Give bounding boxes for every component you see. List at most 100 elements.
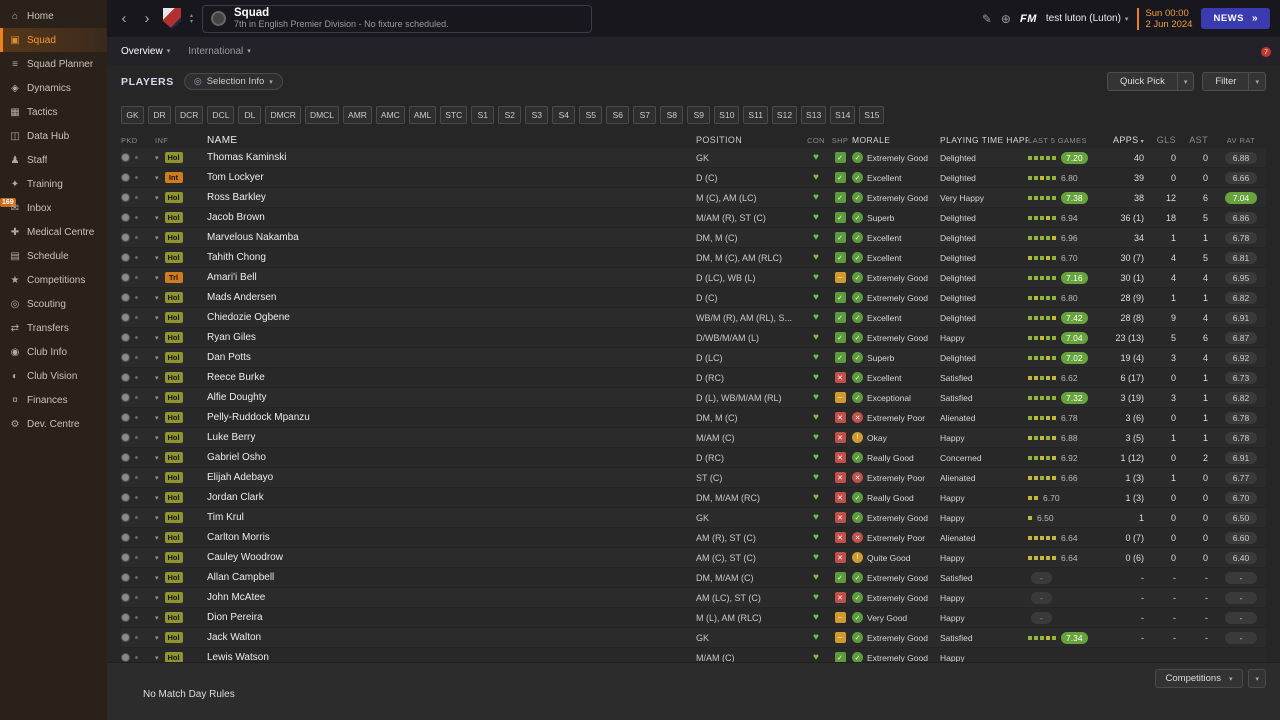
row-expand-chevron-icon[interactable]: ▾ [155,234,159,242]
table-row[interactable]: ▾ Hol Allan Campbell DM, M/AM (C) ♥ ✓ ✓ … [121,568,1266,588]
row-expand-chevron-icon[interactable]: ▾ [155,494,159,502]
row-pick-checkbox[interactable] [121,593,130,602]
sidebar-item-competitions[interactable]: ★ Competitions [0,268,107,292]
table-row[interactable]: ▾ Hol Dan Potts D (LC) ♥ ✓ ✓ Superb Deli… [121,348,1266,368]
position-filter-s14[interactable]: S14 [830,106,856,124]
row-pick-checkbox[interactable] [121,293,130,302]
manager-team-select[interactable]: test luton (Luton) ▾ [1046,13,1129,24]
row-pick-checkbox[interactable] [121,433,130,442]
column-header-av-rat[interactable]: AV RAT [1216,136,1266,145]
player-name[interactable]: Luke Berry [207,432,255,443]
table-row[interactable]: ▾ Hol Marvelous Nakamba DM, M (C) ♥ ✓ ✓ … [121,228,1266,248]
quick-pick-button[interactable]: Quick Pick ▾ [1106,72,1195,91]
position-filter-s8[interactable]: S8 [660,106,684,124]
position-filter-s5[interactable]: S5 [579,106,603,124]
row-pick-checkbox[interactable] [121,153,130,162]
row-pick-checkbox[interactable] [121,373,130,382]
row-pick-checkbox[interactable] [121,273,130,282]
row-pick-checkbox[interactable] [121,393,130,402]
position-filter-s3[interactable]: S3 [525,106,549,124]
row-pick-checkbox[interactable] [121,513,130,522]
row-expand-chevron-icon[interactable]: ▾ [155,174,159,182]
table-row[interactable]: ▾ Hol Elijah Adebayo ST (C) ♥ ✕ ✕ Extrem… [121,468,1266,488]
row-pick-checkbox[interactable] [121,613,130,622]
player-name[interactable]: Ryan Giles [207,332,256,343]
table-row[interactable]: ▾ Hol Tahith Chong DM, M (C), AM (RLC) ♥… [121,248,1266,268]
table-row[interactable]: ▾ Hol Jordan Clark DM, M/AM (RC) ♥ ✕ ✓ R… [121,488,1266,508]
position-filter-dmcl[interactable]: DMCL [304,106,340,124]
player-name[interactable]: Alfie Doughty [207,392,266,403]
player-name[interactable]: Reece Burke [207,372,265,383]
column-header-name[interactable]: NAME [207,135,696,146]
row-pick-checkbox[interactable] [121,253,130,262]
sidebar-item-dynamics[interactable]: ◈ Dynamics [0,76,107,100]
position-filter-s10[interactable]: S10 [714,106,740,124]
filter-button[interactable]: Filter ▾ [1202,72,1266,91]
row-expand-chevron-icon[interactable]: ▾ [155,354,159,362]
table-row[interactable]: ▾ Hol Jack Walton GK ♥ – ✓ Extremely Goo… [121,628,1266,648]
forward-arrow-icon[interactable]: › [140,11,154,26]
table-row[interactable]: ▾ Int Tom Lockyer D (C) ♥ ✓ ✓ Excellent … [121,168,1266,188]
team-spinner[interactable]: ▴ ▾ [190,13,193,25]
player-name[interactable]: Mads Andersen [207,292,277,303]
sidebar-item-dev-centre[interactable]: ⚙ Dev. Centre [0,412,107,436]
sidebar-item-squad[interactable]: ▣ Squad [0,28,107,52]
row-expand-chevron-icon[interactable]: ▾ [155,394,159,402]
player-name[interactable]: Tahith Chong [207,252,266,263]
row-expand-chevron-icon[interactable]: ▾ [155,614,159,622]
sidebar-item-club-vision[interactable]: ◐ Club Vision [0,364,107,388]
world-icon[interactable]: ⊕ [1001,12,1011,26]
edit-pencil-icon[interactable]: ✎ [982,12,992,26]
position-filter-amr[interactable]: AMR [343,106,372,124]
sidebar-item-finances[interactable]: ¤ Finances [0,388,107,412]
sidebar-item-inbox[interactable]: 169 ✉ Inbox [0,196,107,220]
position-filter-s15[interactable]: S15 [859,106,885,124]
sidebar-item-tactics[interactable]: ▦ Tactics [0,100,107,124]
row-expand-chevron-icon[interactable]: ▾ [155,294,159,302]
row-expand-chevron-icon[interactable]: ▾ [155,574,159,582]
column-header-apps[interactable]: APPS ▾ [1108,135,1152,145]
player-name[interactable]: Elijah Adebayo [207,472,273,483]
position-filter-s11[interactable]: S11 [743,106,768,124]
player-name[interactable]: Marvelous Nakamba [207,232,299,243]
player-name[interactable]: Jacob Brown [207,212,265,223]
position-filter-dmcr[interactable]: DMCR [265,106,301,124]
player-name[interactable]: Lewis Watson [207,652,269,662]
competitions-dropdown[interactable]: Competitions ▾ [1154,669,1244,688]
row-expand-chevron-icon[interactable]: ▾ [155,414,159,422]
row-expand-chevron-icon[interactable]: ▾ [155,214,159,222]
column-header-inf[interactable]: INF [155,136,207,145]
player-name[interactable]: Carlton Morris [207,532,270,543]
player-name[interactable]: Jordan Clark [207,492,264,503]
row-expand-chevron-icon[interactable]: ▾ [155,514,159,522]
table-row[interactable]: ▾ Hol Gabriel Osho D (RC) ♥ ✕ ✓ Really G… [121,448,1266,468]
column-header-playing-time-happiness[interactable]: PLAYING TIME HAPPINESS [940,135,1028,145]
row-pick-checkbox[interactable] [121,493,130,502]
back-arrow-icon[interactable]: ‹ [117,11,131,26]
position-filter-s12[interactable]: S12 [771,106,798,124]
column-header-con[interactable]: CON [804,136,828,145]
table-row[interactable]: ▾ Hol Luke Berry M/AM (C) ♥ ✕ ! Okay Hap… [121,428,1266,448]
row-expand-chevron-icon[interactable]: ▾ [155,194,159,202]
player-name[interactable]: John McAtee [207,592,265,603]
position-filter-s1[interactable]: S1 [471,106,495,124]
row-pick-checkbox[interactable] [121,193,130,202]
position-filter-aml[interactable]: AML [408,106,437,124]
player-name[interactable]: Pelly-Ruddock Mpanzu [207,412,310,423]
row-expand-chevron-icon[interactable]: ▾ [155,634,159,642]
table-row[interactable]: ▾ Hol Cauley Woodrow AM (C), ST (C) ♥ ✕ … [121,548,1266,568]
position-filter-dr[interactable]: DR [148,106,171,124]
table-row[interactable]: ▾ Trl Amari'i Bell D (LC), WB (L) ♥ – ✓ … [121,268,1266,288]
chevron-down-icon[interactable]: ▾ [1176,72,1195,91]
row-expand-chevron-icon[interactable]: ▾ [155,374,159,382]
row-pick-checkbox[interactable] [121,333,130,342]
tab-overview[interactable]: Overview ▾ [121,46,170,57]
position-filter-s6[interactable]: S6 [606,106,630,124]
player-name[interactable]: Amari'i Bell [207,272,257,283]
row-pick-checkbox[interactable] [121,453,130,462]
player-name[interactable]: Thomas Kaminski [207,152,286,163]
sidebar-item-home[interactable]: ⌂ Home [0,4,107,28]
column-header-last-5-games[interactable]: LAST 5 GAMES [1028,136,1108,145]
row-expand-chevron-icon[interactable]: ▾ [155,274,159,282]
sidebar-item-transfers[interactable]: ⇄ Transfers [0,316,107,340]
